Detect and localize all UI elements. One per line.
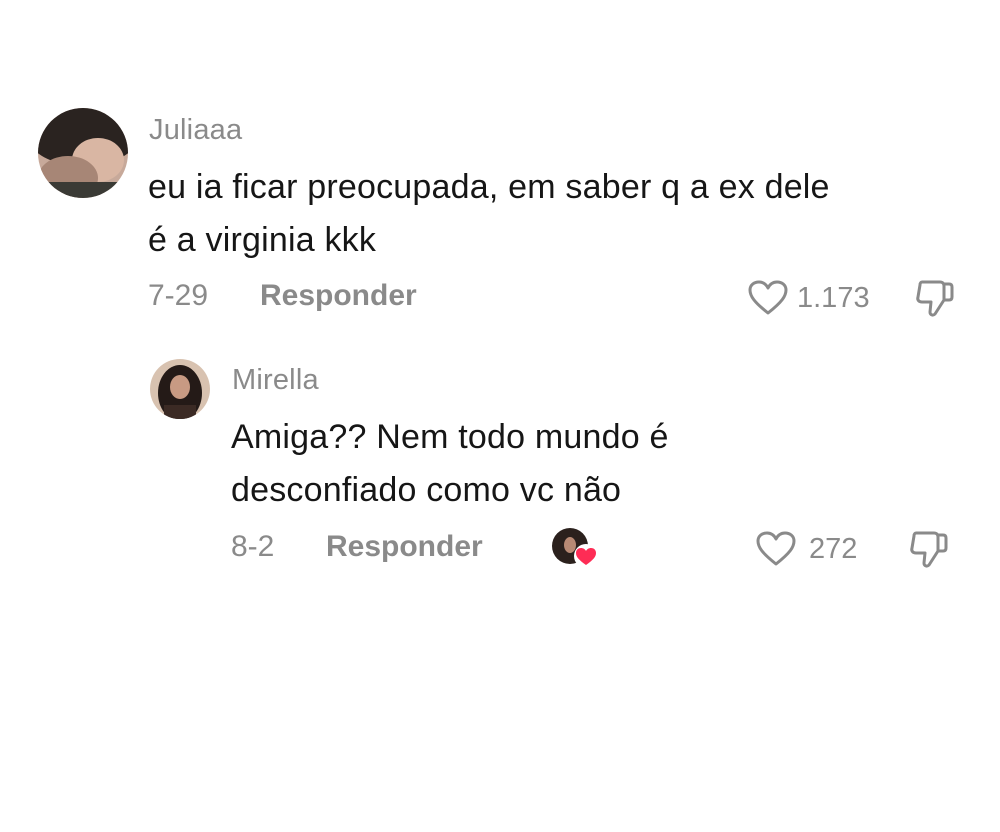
thumbs-down-icon[interactable] — [914, 278, 956, 325]
avatar-mirella[interactable] — [150, 359, 210, 419]
avatar-juliaaa[interactable] — [38, 108, 128, 198]
comment-text-line: eu ia ficar preocupada, em saber q a ex … — [148, 168, 830, 206]
like-count: 272 — [809, 533, 858, 565]
comment-text-line: desconfiado como vc não — [231, 471, 622, 509]
comment-date: 7-29 — [148, 279, 209, 312]
comment-text: Amiga?? Nem todo mundo é desconfiado com… — [231, 411, 669, 517]
reply-button[interactable]: Responder — [326, 530, 483, 564]
heart-filled-icon — [574, 544, 598, 568]
creator-liked-badge — [550, 525, 600, 571]
heart-outline-icon[interactable] — [756, 531, 796, 572]
comment-username[interactable]: Juliaaa — [149, 114, 242, 147]
like-count: 1.173 — [797, 282, 870, 314]
reply-button[interactable]: Responder — [260, 279, 417, 313]
comment-date: 8-2 — [231, 530, 275, 563]
comment-text-line: é a virginia kkk — [148, 221, 377, 259]
comment-username[interactable]: Mirella — [232, 364, 319, 397]
comment-text: eu ia ficar preocupada, em saber q a ex … — [148, 161, 830, 267]
comment-text-line: Amiga?? Nem todo mundo é — [231, 418, 669, 456]
thumbs-down-icon[interactable] — [908, 529, 950, 576]
heart-outline-icon[interactable] — [748, 280, 788, 321]
